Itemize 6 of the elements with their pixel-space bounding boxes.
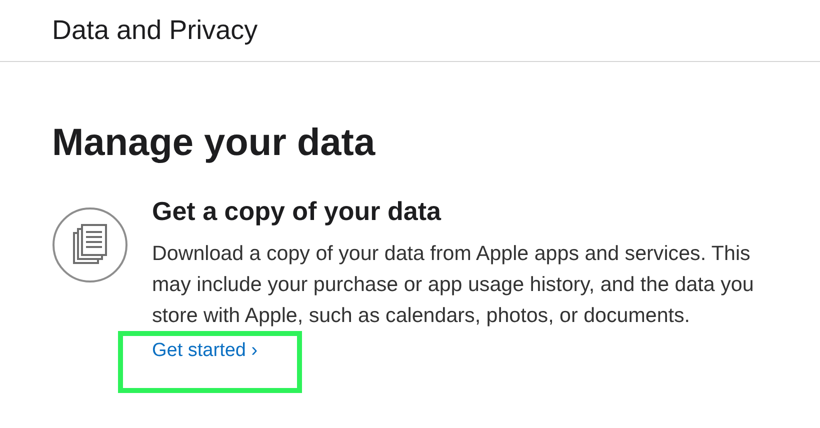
item-description: Download a copy of your data from Apple apps and services. This may include your purchase or app usage history, and the data you store with Apple, such as calendars, photos, or documents.: [152, 241, 755, 329]
get-started-link[interactable]: Get started ›: [152, 340, 258, 361]
documents-icon: [52, 207, 128, 283]
page-title: Data and Privacy: [52, 15, 258, 46]
item-title: Get a copy of your data: [152, 195, 442, 228]
section-heading: Manage your data: [52, 121, 376, 166]
